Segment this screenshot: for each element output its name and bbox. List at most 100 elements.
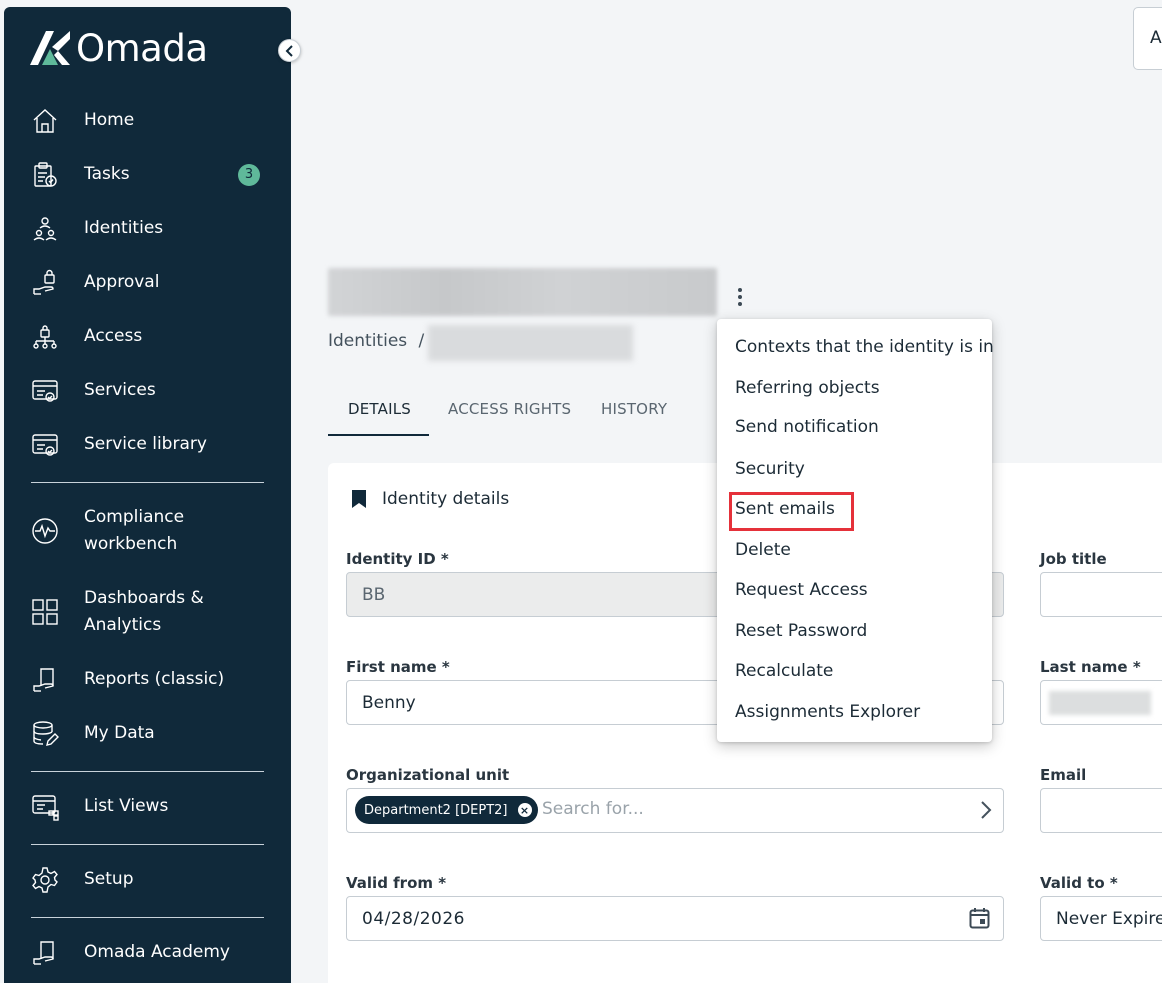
sidebar-item-approval[interactable]: Approval xyxy=(4,269,291,296)
identity-actions-menu: Contexts that the identity is in Referri… xyxy=(717,319,994,742)
calendar-icon[interactable] xyxy=(969,907,990,929)
job-title-label: Job title xyxy=(1040,550,1107,568)
first-name-value: Benny xyxy=(362,692,416,713)
org-unit-label: Organizational unit xyxy=(346,766,510,784)
bookmark-icon xyxy=(352,490,366,508)
breadcrumb: Identities / xyxy=(328,331,424,351)
sidebar-item-list-views[interactable]: List Views xyxy=(4,792,291,822)
email-field[interactable] xyxy=(1040,788,1162,833)
sidebar-item-tasks[interactable]: Tasks 3 xyxy=(4,161,291,188)
sidebar-item-label: Setup xyxy=(84,869,134,889)
chip-remove-icon[interactable]: × xyxy=(517,803,532,817)
redacted-value xyxy=(1049,690,1151,715)
chevron-left-icon xyxy=(285,44,293,57)
database-icon xyxy=(30,719,60,749)
access-icon xyxy=(30,322,60,352)
tasks-count-badge: 3 xyxy=(238,163,260,186)
sidebar-item-reports-classic[interactable]: Reports (classic) xyxy=(4,666,291,693)
sidebar-item-label: Service library xyxy=(84,434,207,454)
valid-to-label: Valid to * xyxy=(1040,874,1118,892)
gear-icon xyxy=(30,865,60,895)
sidebar-divider xyxy=(31,771,264,772)
valid-to-value: Never Expires xyxy=(1056,908,1162,929)
breadcrumb-current-item xyxy=(428,325,633,361)
reports-icon xyxy=(30,665,60,695)
menu-item-sent-emails[interactable]: Sent emails xyxy=(735,499,835,519)
identities-icon xyxy=(30,214,60,244)
valid-from-label: Valid from * xyxy=(346,874,447,892)
sidebar-item-label: Reports (classic) xyxy=(84,669,225,689)
grid-icon xyxy=(30,597,60,627)
sidebar-item-label: My Data xyxy=(84,723,155,743)
last-name-label: Last name * xyxy=(1040,658,1141,676)
top-action-label: A xyxy=(1150,28,1162,48)
sidebar-item-compliance-workbench[interactable]: Compliance workbench xyxy=(4,504,291,558)
academy-icon xyxy=(30,938,60,968)
menu-item-request-access[interactable]: Request Access xyxy=(735,580,868,600)
omada-logo[interactable]: Omada xyxy=(28,29,208,67)
menu-item-send-notification[interactable]: Send notification xyxy=(735,417,879,437)
sidebar-item-setup[interactable]: Setup xyxy=(4,866,291,893)
more-actions-kebab-icon[interactable] xyxy=(731,284,749,310)
sidebar-item-access[interactable]: Access xyxy=(4,323,291,350)
sidebar-item-label-line2: Analytics xyxy=(84,615,162,635)
sidebar-item-label: Omada Academy xyxy=(84,942,230,962)
clipboard-icon xyxy=(30,160,60,190)
menu-item-delete[interactable]: Delete xyxy=(735,540,791,560)
valid-from-value: 04/28/2026 xyxy=(362,908,465,929)
tab-details[interactable]: DETAILS xyxy=(348,400,411,418)
sidebar-item-identities[interactable]: Identities xyxy=(4,215,291,242)
pulse-icon xyxy=(30,516,60,546)
sidebar-item-label: Tasks xyxy=(84,164,130,184)
tab-access-rights[interactable]: ACCESS RIGHTS xyxy=(448,400,571,418)
logo-text: Omada xyxy=(76,26,208,70)
home-icon xyxy=(30,106,60,136)
sidebar-item-home[interactable]: Home xyxy=(4,107,291,134)
menu-item-assignments-explorer[interactable]: Assignments Explorer xyxy=(735,702,920,722)
sidebar-item-label-line2: workbench xyxy=(84,534,178,554)
menu-item-referring-objects[interactable]: Referring objects xyxy=(735,378,880,398)
sidebar-item-label: List Views xyxy=(84,796,169,816)
sidebar-item-omada-academy[interactable]: Omada Academy xyxy=(4,939,291,966)
menu-item-security[interactable]: Security xyxy=(735,459,805,479)
chip-label: Department2 [DEPT2] xyxy=(364,802,508,818)
first-name-label: First name * xyxy=(346,658,450,676)
identity-name-title xyxy=(328,268,717,316)
last-name-field[interactable] xyxy=(1040,680,1162,725)
sidebar-divider xyxy=(31,917,264,918)
active-tab-indicator xyxy=(328,434,429,436)
sidebar-item-my-data[interactable]: My Data xyxy=(4,720,291,747)
menu-item-contexts[interactable]: Contexts that the identity is in xyxy=(735,337,994,357)
sidebar-divider xyxy=(31,844,264,845)
list-views-icon xyxy=(30,792,60,822)
sidebar-item-label: Access xyxy=(84,326,143,346)
valid-to-field[interactable]: Never Expires xyxy=(1040,896,1162,941)
menu-item-reset-password[interactable]: Reset Password xyxy=(735,621,867,641)
sidebar-item-label-line1: Dashboards & xyxy=(84,588,204,608)
email-label: Email xyxy=(1040,766,1087,784)
chevron-right-icon[interactable] xyxy=(980,800,992,820)
service-library-icon xyxy=(30,430,60,460)
identity-id-value: BB xyxy=(362,584,386,605)
valid-from-field[interactable]: 04/28/2026 xyxy=(346,896,1004,941)
approval-icon xyxy=(30,268,60,298)
breadcrumb-identities-link[interactable]: Identities xyxy=(328,331,407,351)
identity-id-label: Identity ID * xyxy=(346,550,449,568)
tab-history[interactable]: HISTORY xyxy=(601,400,667,418)
sidebar-item-label: Home xyxy=(84,110,135,130)
sidebar-item-label-line1: Compliance xyxy=(84,507,185,527)
sidebar-item-services[interactable]: Services xyxy=(4,377,291,404)
org-unit-search-placeholder: Search for... xyxy=(542,799,644,819)
job-title-field[interactable] xyxy=(1040,572,1162,617)
top-action-button[interactable]: A xyxy=(1133,7,1162,70)
sidebar: Omada Home Tasks 3 Identities Approval A… xyxy=(4,7,291,983)
breadcrumb-separator: / xyxy=(418,331,425,351)
section-title: Identity details xyxy=(382,489,510,509)
collapse-sidebar-button[interactable] xyxy=(278,39,301,62)
sidebar-item-service-library[interactable]: Service library xyxy=(4,431,291,458)
sidebar-item-label: Services xyxy=(84,380,156,400)
menu-item-recalculate[interactable]: Recalculate xyxy=(735,661,833,681)
sidebar-divider xyxy=(31,482,264,483)
org-unit-chip: Department2 [DEPT2] × xyxy=(355,796,538,824)
sidebar-item-dashboards-analytics[interactable]: Dashboards & Analytics xyxy=(4,585,291,639)
